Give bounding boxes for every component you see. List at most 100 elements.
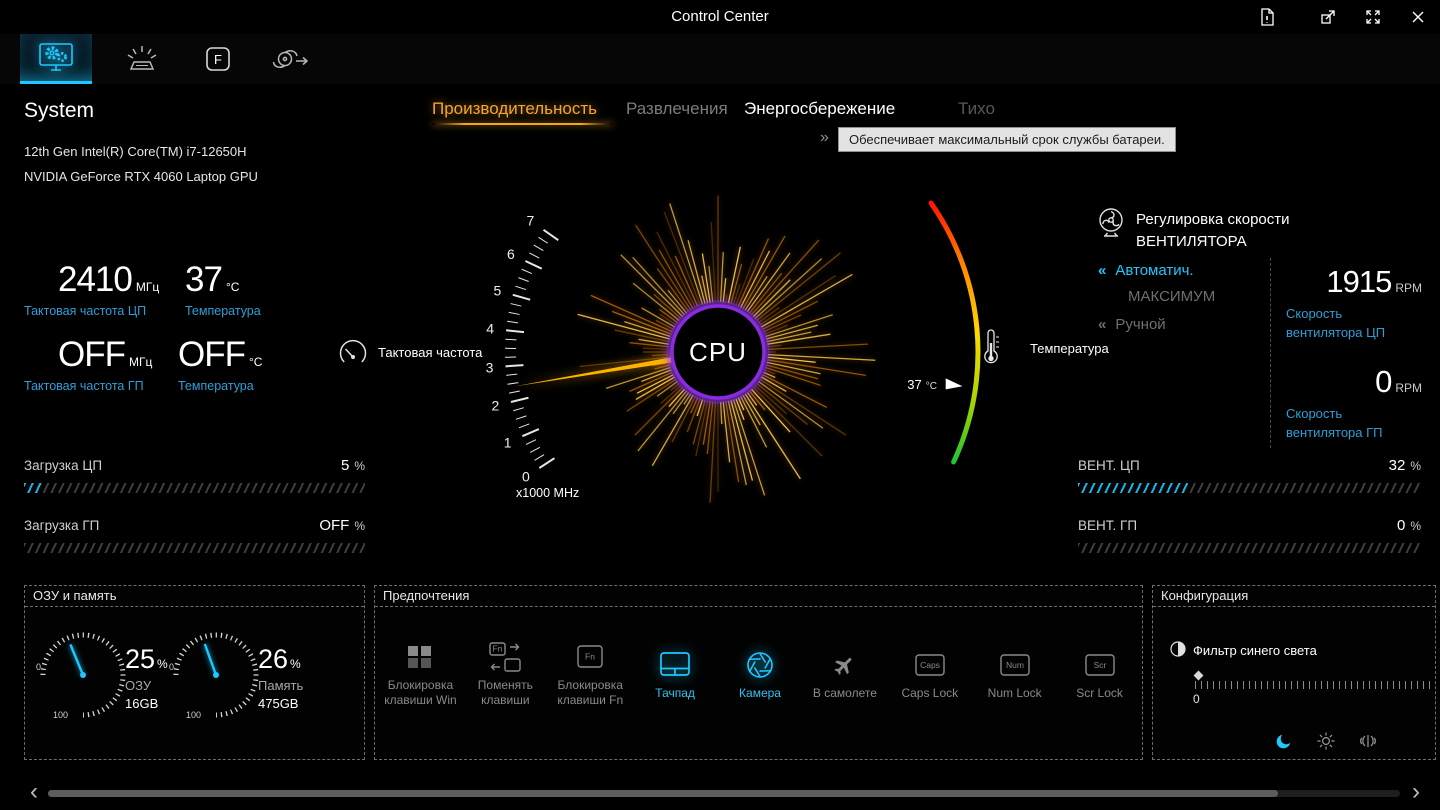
system-monitor-icon bbox=[39, 42, 73, 71]
caps-lock-toggle[interactable]: Caps Caps Lock bbox=[887, 636, 972, 708]
chevron-left-icon: « bbox=[1098, 316, 1107, 333]
scroll-left-icon[interactable]: ‹ bbox=[22, 778, 46, 806]
tab-flexikey[interactable]: F bbox=[192, 34, 244, 84]
blue-light-value: 0 bbox=[1193, 692, 1200, 706]
blue-light-filter-label: Фильтр синего света bbox=[1193, 643, 1317, 658]
scroll-lock-toggle[interactable]: Scr Scr Lock bbox=[1057, 636, 1142, 708]
svg-text:Caps: Caps bbox=[920, 660, 940, 670]
flexikey-glyph: F bbox=[214, 52, 222, 67]
svg-text:Num: Num bbox=[1006, 660, 1024, 670]
svg-text:Fn: Fn bbox=[493, 644, 503, 654]
scale-min-label: 0 bbox=[169, 662, 174, 672]
cpu-temp-label: Температура bbox=[185, 304, 261, 318]
gpu-fan-bar-label: ВЕНТ. ГП bbox=[1078, 518, 1138, 533]
storage-usage-value: 26 bbox=[258, 644, 289, 674]
blue-light-filter-icon bbox=[1169, 640, 1187, 663]
cpu-temp-unit: °C bbox=[225, 280, 240, 294]
scroll-right-icon[interactable]: › bbox=[1404, 778, 1428, 806]
swap-keys-toggle[interactable]: Fn Поменять клавиши bbox=[463, 636, 548, 708]
preferences-items: Блокировка клавиши Win Fn Поменять клави… bbox=[378, 608, 1142, 708]
cpu-fan-bar-label: ВЕНТ. ЦП bbox=[1078, 458, 1140, 473]
temperature-arc bbox=[928, 200, 981, 465]
fn-lock-toggle[interactable]: Fn Блокировка клавиши Fn bbox=[548, 636, 633, 708]
ram-capacity: 16GB bbox=[125, 696, 159, 711]
scale-max-label: 100 bbox=[53, 710, 68, 720]
tab-fan-airflow[interactable] bbox=[262, 34, 320, 84]
tooltip: Обеспечивает максимальный срок службы ба… bbox=[838, 127, 1176, 152]
speedometer-icon bbox=[336, 336, 370, 373]
document-info-icon bbox=[1261, 8, 1274, 26]
close-icon[interactable] bbox=[1396, 0, 1440, 34]
svg-text:0: 0 bbox=[522, 469, 530, 485]
configuration-panel-title: Конфигурация bbox=[1153, 586, 1435, 607]
win-key-lock-toggle[interactable]: Блокировка клавиши Win bbox=[378, 636, 463, 708]
cpu-temp-stat: 37 °C Температура bbox=[185, 260, 261, 318]
temperature-label: Температура bbox=[1030, 341, 1109, 356]
fullscreen-icon[interactable] bbox=[1351, 0, 1395, 34]
camera-toggle[interactable]: Камера bbox=[718, 636, 803, 708]
memory-panel-title: ОЗУ и память bbox=[25, 586, 364, 607]
airplane-mode-toggle[interactable]: В самолете bbox=[802, 636, 887, 708]
fan-mode-auto-label: Автоматич. bbox=[1115, 262, 1194, 279]
gpu-clock-unit: МГц bbox=[128, 355, 153, 369]
touchpad-toggle[interactable]: Тачпад bbox=[633, 636, 718, 708]
cpu-fan-label-line2: вентилятора ЦП bbox=[1286, 325, 1386, 340]
svg-text:1: 1 bbox=[504, 435, 512, 451]
cpu-clock-stat: 2410 МГц Тактовая частота ЦП bbox=[24, 260, 159, 318]
active-mode-underline bbox=[432, 123, 613, 125]
brightness-icon[interactable] bbox=[1315, 730, 1337, 752]
ram-usage-stat: 25% ОЗУ 16GB bbox=[125, 644, 168, 711]
mode-tab-entertainment[interactable]: Развлечения bbox=[626, 99, 728, 119]
gpu-fan-rpm-unit: RPM bbox=[1395, 381, 1422, 395]
ram-label: ОЗУ bbox=[125, 678, 152, 693]
fn-lock-icon: Fn bbox=[577, 645, 603, 668]
gpu-clock-stat: OFF МГц Тактовая частота ГП bbox=[24, 335, 152, 393]
fan-mode-maximum[interactable]: МАКСИМУМ bbox=[1128, 288, 1215, 305]
fan-section-title-line1: Регулировка скорости bbox=[1136, 211, 1290, 228]
svg-text:Fn: Fn bbox=[585, 652, 595, 662]
gpu-load-label: Загрузка ГП bbox=[24, 518, 100, 533]
num-lock-toggle[interactable]: Num Num Lock bbox=[972, 636, 1057, 708]
scale-min-label: 0 bbox=[36, 662, 41, 672]
gpu-fan-bar-row: ВЕНТ. ГП 0% bbox=[1078, 517, 1421, 557]
blue-light-slider[interactable] bbox=[1193, 670, 1433, 689]
preferences-panel-title: Предпочтения bbox=[375, 586, 1142, 607]
gpu-temp-unit: °C bbox=[248, 355, 263, 369]
horizontal-scrollbar[interactable] bbox=[48, 790, 1400, 797]
svg-text:4: 4 bbox=[486, 321, 494, 337]
pop-out-icon[interactable] bbox=[1306, 0, 1350, 34]
tab-led-backlight[interactable] bbox=[116, 34, 168, 84]
changelog-icon[interactable] bbox=[1245, 0, 1289, 34]
airplane-icon bbox=[834, 657, 852, 675]
cpu-fan-bar-fill bbox=[1078, 483, 1188, 493]
gpu-load-row: Загрузка ГП OFF% bbox=[24, 517, 365, 557]
gpu-fan-reading: 0 RPM Скорость вентилятора ГП bbox=[1286, 364, 1422, 442]
mode-tab-powersave[interactable]: Энергосбережение bbox=[744, 99, 895, 119]
temp-marker-icon bbox=[945, 378, 963, 390]
close-glyph bbox=[1412, 11, 1424, 23]
sound-waves-icon[interactable] bbox=[1357, 730, 1379, 752]
scrollbar-thumb[interactable] bbox=[48, 790, 1279, 797]
mode-tab-quiet[interactable]: Тихо bbox=[958, 99, 995, 119]
main-navbar: F bbox=[0, 34, 1440, 84]
blue-light-moon-icon[interactable] bbox=[1273, 730, 1295, 752]
cpu-load-unit: % bbox=[354, 459, 365, 473]
preferences-panel: Предпочтения Блокировка клавиши Win Fn П bbox=[374, 585, 1143, 760]
clock-frequency-label: Тактовая частота bbox=[378, 345, 483, 360]
ram-usage-value: 25 bbox=[125, 644, 156, 674]
svg-text:6: 6 bbox=[507, 246, 515, 262]
gpu-fan-bar bbox=[1078, 543, 1421, 553]
gpu-load-value: OFF bbox=[319, 517, 350, 534]
mode-tab-performance[interactable]: Производительность bbox=[432, 99, 597, 119]
fan-mode-auto[interactable]: « Автоматич. bbox=[1098, 262, 1194, 279]
fan-mode-manual[interactable]: « Ручной bbox=[1098, 316, 1166, 333]
fan-icon bbox=[1094, 205, 1128, 246]
chevron-left-icon: « bbox=[1098, 262, 1107, 279]
cpu-clock-value: 2410 bbox=[58, 260, 133, 299]
slider-handle[interactable] bbox=[1193, 670, 1204, 681]
tab-system-monitor[interactable] bbox=[20, 34, 92, 84]
cpu-clock-unit: МГц bbox=[135, 280, 160, 294]
svg-text:Scr: Scr bbox=[1093, 660, 1106, 670]
gpu-fan-bar-unit: % bbox=[1410, 519, 1421, 533]
memory-panel: ОЗУ и память 0 100 25% ОЗУ 16GB 0 100 26… bbox=[24, 585, 365, 760]
